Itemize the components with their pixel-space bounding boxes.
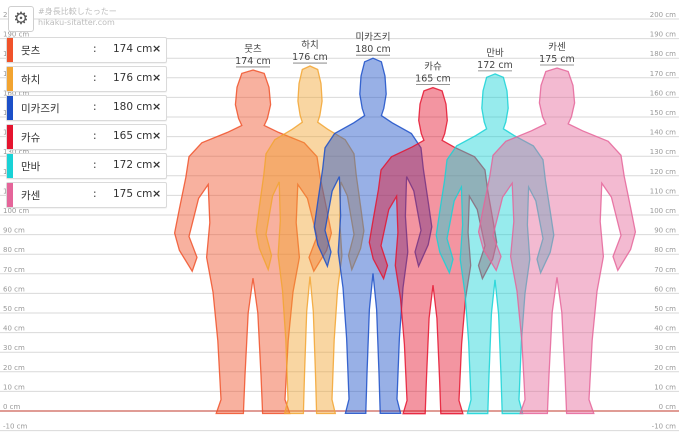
figure-height-label: 165 cm (415, 74, 451, 85)
separator: : (93, 188, 97, 200)
color-swatch (7, 67, 13, 91)
figure-height-label: 175 cm (539, 54, 575, 65)
character-row[interactable]: 미카즈키 : 180 cm × (6, 95, 167, 121)
tick-label-right: 50 cm (654, 305, 676, 313)
tick-label-right: 140 cm (650, 129, 676, 137)
tick-label-right: 40 cm (654, 325, 676, 333)
character-height[interactable]: 175 cm (113, 188, 152, 200)
color-swatch (7, 183, 13, 207)
tick-label-right: 60 cm (654, 285, 676, 293)
separator: : (93, 159, 97, 171)
figure-name-label: 뭇츠 (244, 44, 262, 55)
character-name[interactable]: 만바 (21, 159, 40, 174)
tick-label-left: 30 cm (3, 344, 25, 352)
tick-label-left: 20 cm (3, 364, 25, 372)
tick-label-right: 110 cm (650, 187, 676, 195)
tick-label-right: 80 cm (654, 246, 676, 254)
color-swatch (7, 154, 13, 178)
tick-label-right: 160 cm (650, 89, 676, 97)
site-brand: #身長比較したったー hikaku-sitatter.com (38, 6, 117, 28)
character-row[interactable]: 하치 : 176 cm × (6, 66, 167, 92)
tick-label-right: -10 cm (652, 423, 677, 431)
tick-label-left: -10 cm (3, 423, 28, 431)
figure-name-label: 카슈 (424, 62, 442, 73)
tick-label-right: 150 cm (650, 109, 676, 117)
separator: : (93, 101, 97, 113)
figure-name-label: 하치 (301, 39, 318, 51)
tick-label-left: 90 cm (3, 227, 25, 235)
close-icon[interactable]: × (152, 158, 161, 171)
tick-label-left: 10 cm (3, 383, 25, 391)
silhouette-layer (173, 57, 637, 415)
tick-label-left: 0 cm (3, 403, 21, 411)
tick-label-left: 50 cm (3, 305, 25, 313)
figure-height-label: 176 cm (292, 52, 328, 63)
tick-label-right: 130 cm (650, 148, 676, 156)
close-icon[interactable]: × (152, 187, 161, 200)
character-height[interactable]: 165 cm (113, 130, 152, 142)
tick-label-right: 70 cm (654, 266, 676, 274)
close-icon[interactable]: × (152, 129, 161, 142)
tick-label-right: 190 cm (650, 31, 676, 39)
separator: : (93, 72, 97, 84)
figure-height-label: 180 cm (355, 44, 391, 55)
tick-label-left: 60 cm (3, 285, 25, 293)
tick-label-left: 70 cm (3, 266, 25, 274)
separator: : (93, 43, 97, 55)
character-height[interactable]: 176 cm (113, 72, 152, 84)
figure-name-label: 카센 (548, 42, 565, 53)
character-row[interactable]: 카센 : 175 cm × (6, 182, 167, 208)
close-icon[interactable]: × (152, 71, 161, 84)
tick-label-right: 180 cm (650, 50, 676, 58)
tick-label-right: 30 cm (654, 344, 676, 352)
site-title: #身長比較したったー (38, 7, 117, 16)
character-row[interactable]: 카슈 : 165 cm × (6, 124, 167, 150)
tick-label-left: 80 cm (3, 246, 25, 254)
gear-icon: ⚙ (13, 9, 29, 29)
color-swatch (7, 38, 13, 62)
character-name[interactable]: 미카즈키 (21, 101, 60, 116)
tick-label-right: 90 cm (654, 227, 676, 235)
character-height[interactable]: 180 cm (113, 101, 152, 113)
settings-button[interactable]: ⚙ (8, 6, 34, 32)
figure-height-label: 172 cm (477, 60, 513, 71)
character-list-panel: 뭇츠 : 174 cm × 하치 : 176 cm × 미카즈키 : 180 c… (6, 37, 167, 211)
tick-label-right: 10 cm (654, 383, 676, 391)
figure-name-label: 미카즈키 (356, 32, 391, 43)
color-swatch (7, 96, 13, 120)
tick-label-right: 100 cm (650, 207, 676, 215)
close-icon[interactable]: × (152, 100, 161, 113)
tick-label-right: 170 cm (650, 70, 676, 78)
character-name[interactable]: 카센 (21, 188, 40, 203)
character-row[interactable]: 만바 : 172 cm × (6, 153, 167, 179)
tick-label-left: 40 cm (3, 325, 25, 333)
figure-name-label: 만바 (486, 48, 504, 59)
color-swatch (7, 125, 13, 149)
tick-label-right: 20 cm (654, 364, 676, 372)
figure-height-label: 174 cm (235, 56, 271, 67)
character-name[interactable]: 뭇츠 (21, 43, 40, 58)
character-row[interactable]: 뭇츠 : 174 cm × (6, 37, 167, 63)
tick-label-right: 120 cm (650, 168, 676, 176)
character-name[interactable]: 카슈 (21, 130, 40, 145)
character-height[interactable]: 174 cm (113, 43, 152, 55)
close-icon[interactable]: × (152, 42, 161, 55)
character-height[interactable]: 172 cm (113, 159, 152, 171)
tick-label-right: 200 cm (650, 11, 676, 19)
tick-label-right: 0 cm (659, 403, 677, 411)
separator: : (93, 130, 97, 142)
character-name[interactable]: 하치 (21, 72, 40, 87)
site-url: hikaku-sitatter.com (38, 18, 115, 27)
